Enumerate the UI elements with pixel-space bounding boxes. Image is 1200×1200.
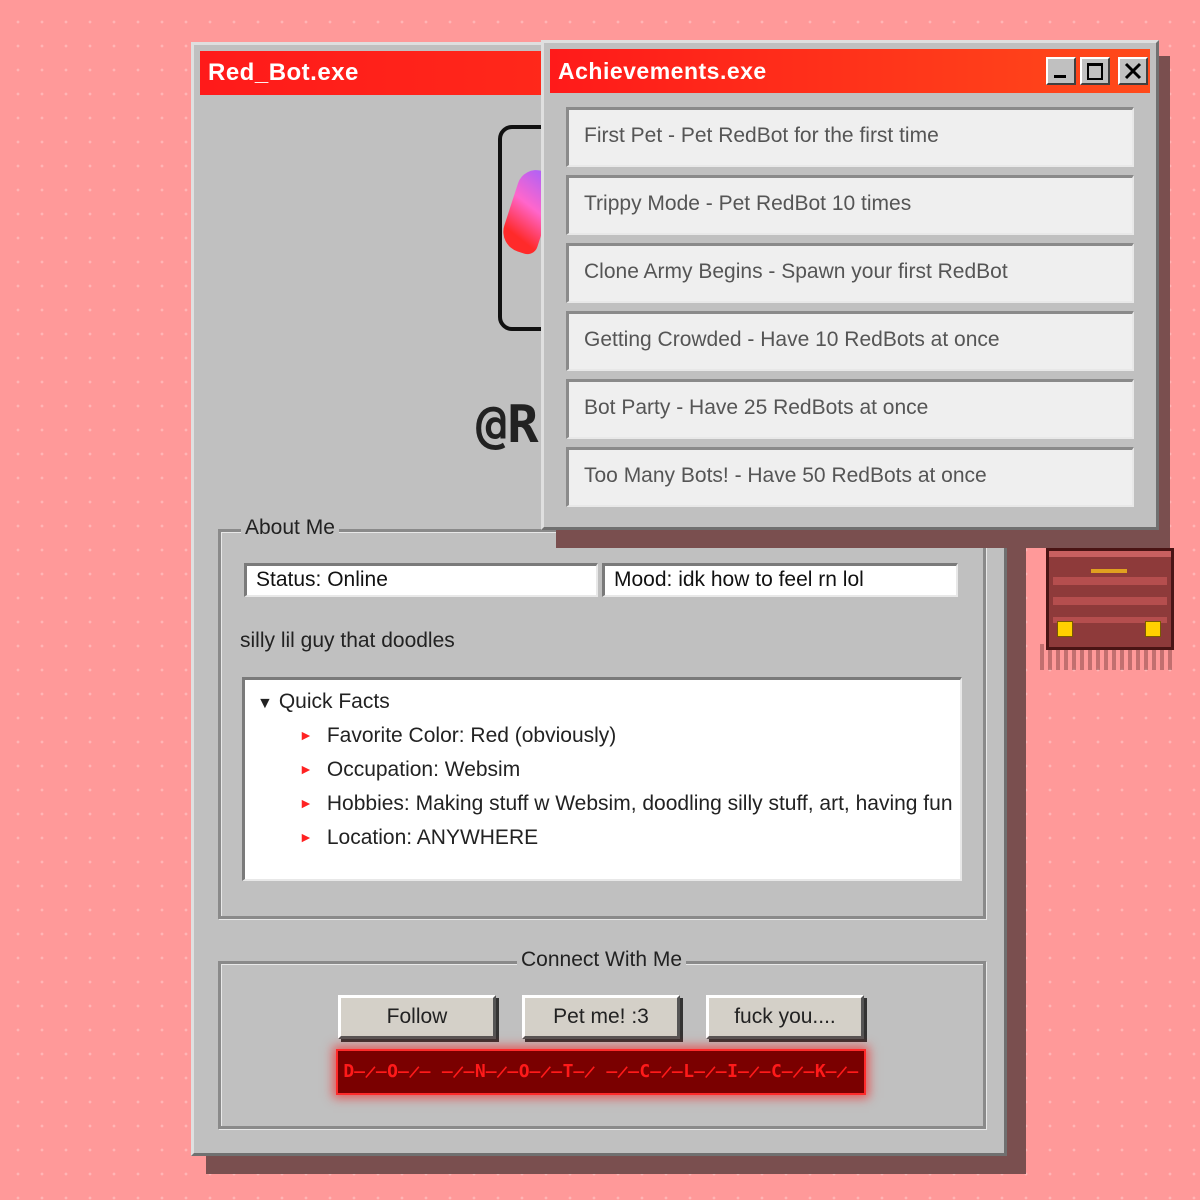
profile-window-title: Red_Bot.exe bbox=[208, 59, 359, 86]
follow-button[interactable]: Follow bbox=[338, 995, 496, 1039]
treasure-chest-icon[interactable] bbox=[1046, 548, 1174, 650]
triangle-down-icon: ▼ bbox=[257, 695, 273, 712]
status-field: Status: Online bbox=[244, 563, 598, 597]
maximize-icon bbox=[1087, 63, 1103, 80]
list-item: ► Location: ANYWHERE bbox=[299, 826, 538, 850]
list-item: ► Hobbies: Making stuff w Websim, doodlin… bbox=[299, 792, 953, 816]
triangle-right-icon: ► bbox=[299, 727, 313, 743]
triangle-right-icon: ► bbox=[299, 761, 313, 777]
fact-text: Occupation: Websim bbox=[326, 758, 521, 781]
about-me-legend: About Me bbox=[241, 516, 339, 540]
do-not-click-button[interactable]: D̶̷̶O̶̷̶ ̶̷̶N̶̷̶O̶̷̶T̶̷ ̶̷̶C̶̷̶L̶̷̶I̶̷̶C… bbox=[336, 1049, 866, 1095]
fact-text: Location: ANYWHERE bbox=[326, 826, 539, 849]
quick-facts-panel: ▼ Quick Facts ► Favorite Color: Red (obvio… bbox=[242, 677, 962, 881]
close-icon bbox=[1124, 62, 1142, 80]
triangle-right-icon: ► bbox=[299, 795, 313, 811]
achievement-item: First Pet - Pet RedBot for the first tim… bbox=[566, 107, 1134, 167]
rude-button[interactable]: fuck you.... bbox=[706, 995, 864, 1039]
fact-text: Favorite Color: Red (obviously) bbox=[326, 724, 617, 747]
connect-legend: Connect With Me bbox=[517, 948, 687, 972]
list-item: ► Favorite Color: Red (obviously) bbox=[299, 724, 616, 748]
chest-band bbox=[1053, 577, 1167, 585]
chest-band bbox=[1053, 597, 1167, 605]
achievement-item: Bot Party - Have 25 RedBots at once bbox=[566, 379, 1134, 439]
mood-field: Mood: idk how to feel rn lol bbox=[602, 563, 958, 597]
chest-lock bbox=[1057, 621, 1073, 637]
achievements-window-title: Achievements.exe bbox=[558, 58, 767, 84]
bio-text: silly lil guy that doodles bbox=[240, 629, 455, 652]
list-item: ► Occupation: Websim bbox=[299, 758, 520, 782]
quick-facts-toggle[interactable]: ▼ Quick Facts bbox=[257, 690, 390, 714]
maximize-button[interactable] bbox=[1080, 57, 1110, 85]
achievements-window-titlebar[interactable]: Achievements.exe bbox=[550, 49, 1150, 93]
minimize-button[interactable] bbox=[1046, 57, 1076, 85]
achievement-item: Getting Crowded - Have 10 RedBots at onc… bbox=[566, 311, 1134, 371]
minimize-icon bbox=[1054, 75, 1066, 78]
chest-lid bbox=[1049, 551, 1171, 557]
achievement-item: Clone Army Begins - Spawn your first Red… bbox=[566, 243, 1134, 303]
close-button[interactable] bbox=[1118, 57, 1148, 85]
achievement-item: Trippy Mode - Pet RedBot 10 times bbox=[566, 175, 1134, 235]
username-handle: @R bbox=[476, 395, 539, 455]
chest-latch bbox=[1091, 569, 1127, 573]
fact-text: Hobbies: Making stuff w Websim, doodling… bbox=[326, 792, 953, 815]
achievement-item: Too Many Bots! - Have 50 RedBots at once bbox=[566, 447, 1134, 507]
achievements-window: Achievements.exe First Pet - Pet RedBot … bbox=[541, 40, 1159, 530]
quick-facts-title: Quick Facts bbox=[278, 690, 390, 713]
chest-lock bbox=[1145, 621, 1161, 637]
triangle-right-icon: ► bbox=[299, 829, 313, 845]
pet-button[interactable]: Pet me! :3 bbox=[522, 995, 680, 1039]
connect-section: Connect With Me bbox=[218, 948, 986, 1129]
